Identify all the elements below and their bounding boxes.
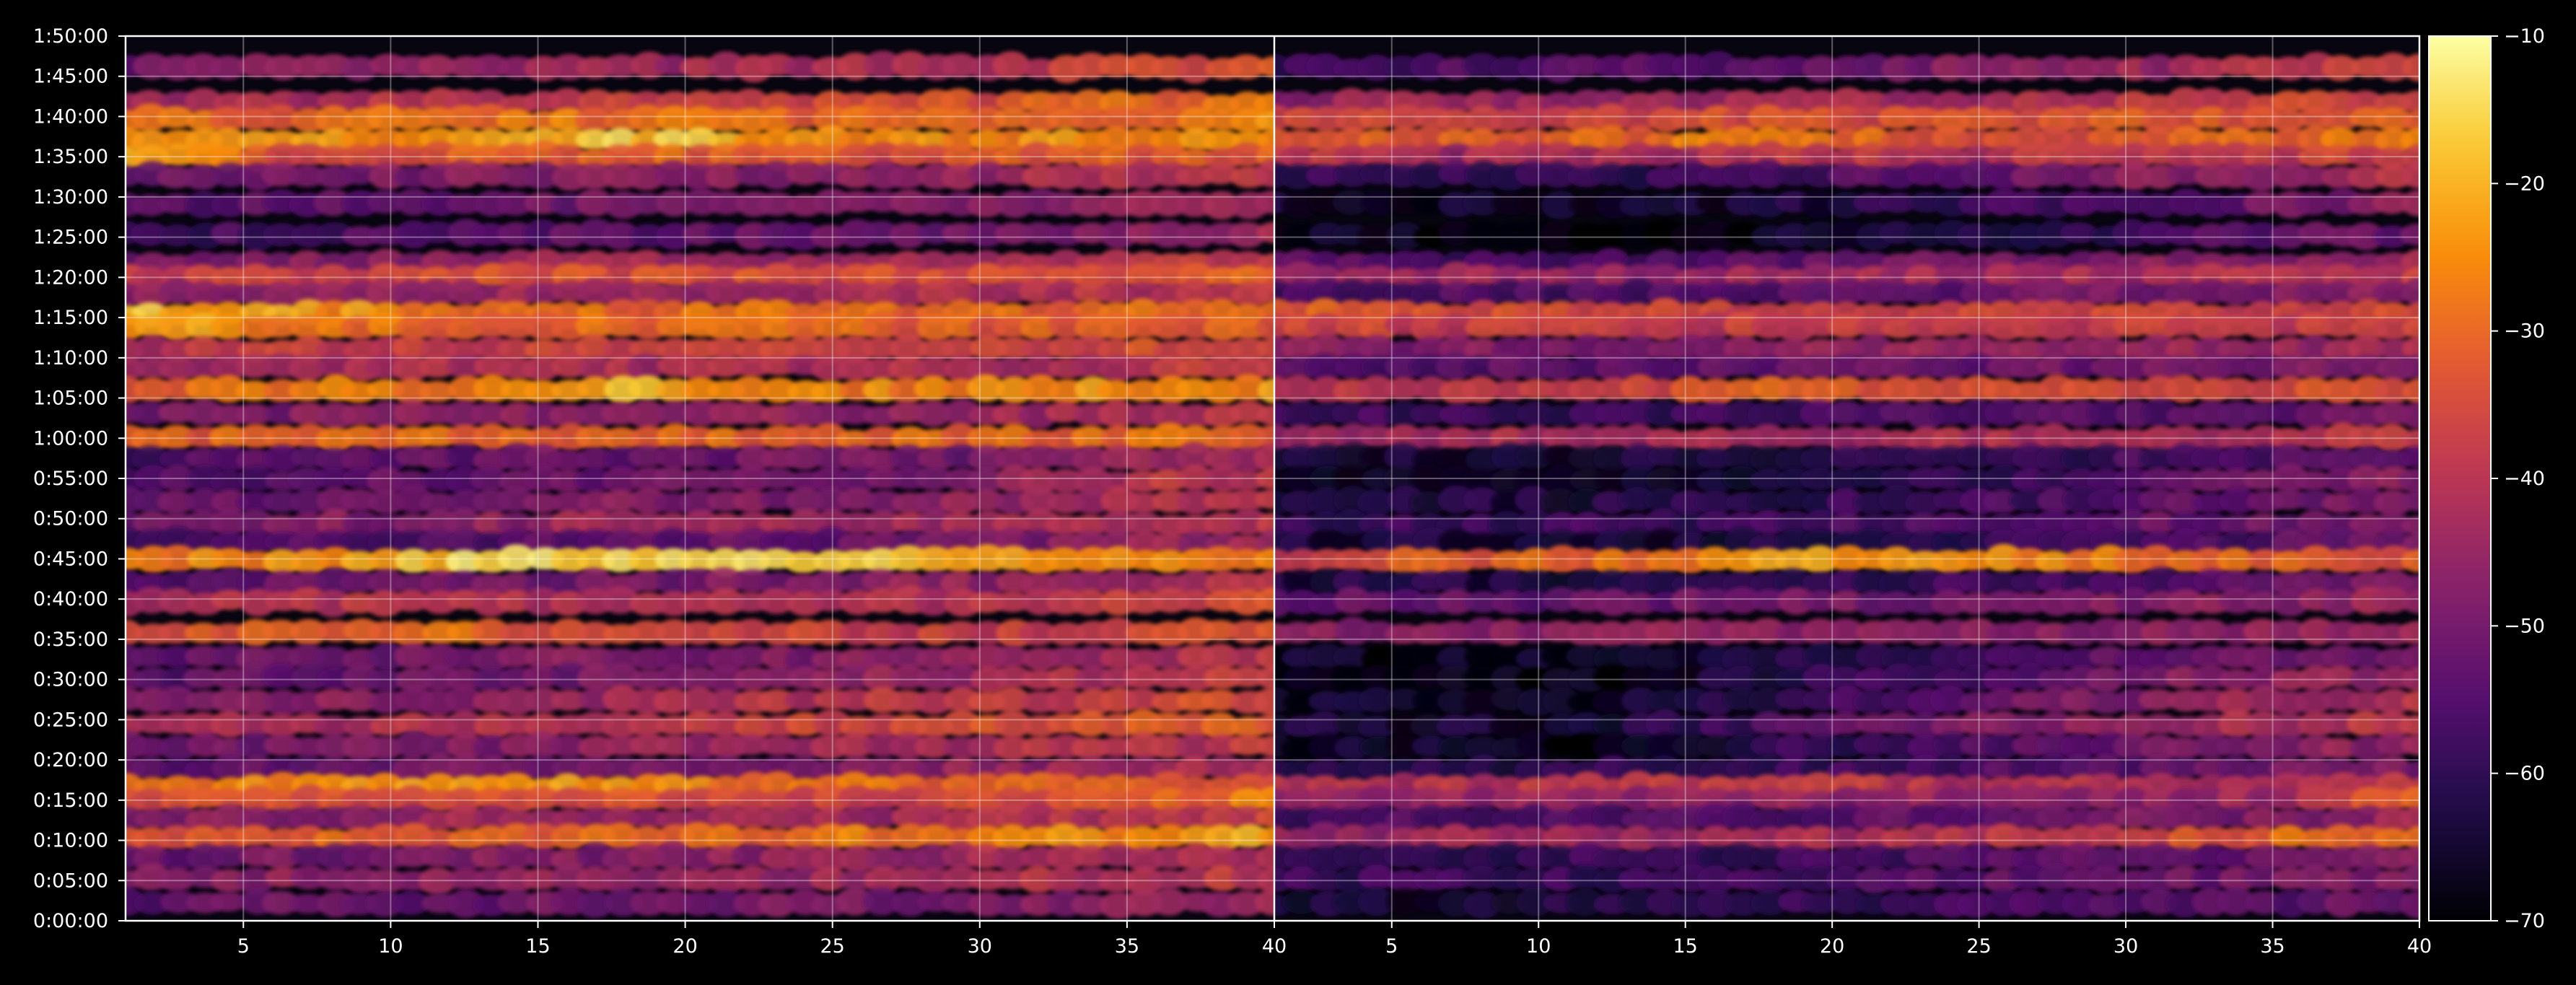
y-tick-label: 1:20:00 (33, 266, 108, 289)
x-tick-label: 30 (968, 935, 992, 958)
y-tick-label: 1:00:00 (33, 427, 108, 450)
y-tick-label: 0:05:00 (33, 870, 108, 892)
colorbar-gradient (2428, 35, 2492, 921)
x-tick-label: 35 (1115, 935, 1139, 958)
x-tick-label: 30 (2113, 935, 2138, 958)
x-tick-label: 15 (1673, 935, 1698, 958)
y-tick-label: 0:45:00 (33, 548, 108, 570)
colorbar-tick-label: −70 (2504, 910, 2545, 932)
colorbar-tick-label: −20 (2504, 172, 2545, 195)
y-tick-label: 0:55:00 (33, 468, 108, 490)
y-tick-label: 0:20:00 (33, 749, 108, 771)
y-tick-label: 1:15:00 (33, 307, 108, 329)
x-tick-label: 40 (1262, 935, 1287, 958)
x-tick-label: 35 (2260, 935, 2284, 958)
x-tick-label: 20 (673, 935, 697, 958)
colorbar-tick-label: −10 (2504, 25, 2545, 48)
x-tick-label: 10 (378, 935, 403, 958)
colorbar-tick-label: −40 (2504, 468, 2545, 490)
y-tick-label: 0:10:00 (33, 830, 108, 852)
y-tick-label: 0:15:00 (33, 789, 108, 812)
spectrogram-chart: 0:00:00 0:05:00 0:10:00 0:15:00 0:20:00 0:25:… (0, 0, 2576, 985)
x-tick-label: 5 (1385, 935, 1398, 958)
x-tick-label: 15 (525, 935, 550, 958)
x-tick-label: 40 (2407, 935, 2432, 958)
colorbar-tick-label: −30 (2504, 320, 2545, 343)
heatmap-cells (126, 51, 1274, 919)
y-tick-label: 1:05:00 (33, 388, 108, 410)
colorbar-tick-label: −50 (2504, 615, 2545, 637)
y-tick-label: 1:25:00 (33, 227, 108, 249)
y-tick-label: 1:10:00 (33, 347, 108, 369)
y-tick-label: 0:35:00 (33, 629, 108, 651)
y-tick-label: 1:30:00 (33, 186, 108, 209)
y-tick-label: 1:45:00 (33, 66, 108, 88)
y-tick-label: 0:25:00 (33, 709, 108, 731)
x-tick-label: 20 (1820, 935, 1844, 958)
y-tick-label: 0:30:00 (33, 669, 108, 691)
y-tick-label: 0:00:00 (33, 910, 108, 932)
y-tick-label: 1:40:00 (33, 105, 108, 128)
x-tick-label: 5 (237, 935, 250, 958)
y-tick-label: 1:50:00 (33, 25, 108, 48)
x-tick-label: 10 (1526, 935, 1551, 958)
y-tick-label: 1:35:00 (33, 146, 108, 168)
heatmap-cells (1274, 51, 2419, 919)
x-tick-label: 25 (820, 935, 845, 958)
colorbar-tick-label: −60 (2504, 763, 2545, 785)
y-tick-label: 0:50:00 (33, 508, 108, 530)
y-tick-label: 0:40:00 (33, 588, 108, 610)
x-tick-label: 25 (1966, 935, 1991, 958)
